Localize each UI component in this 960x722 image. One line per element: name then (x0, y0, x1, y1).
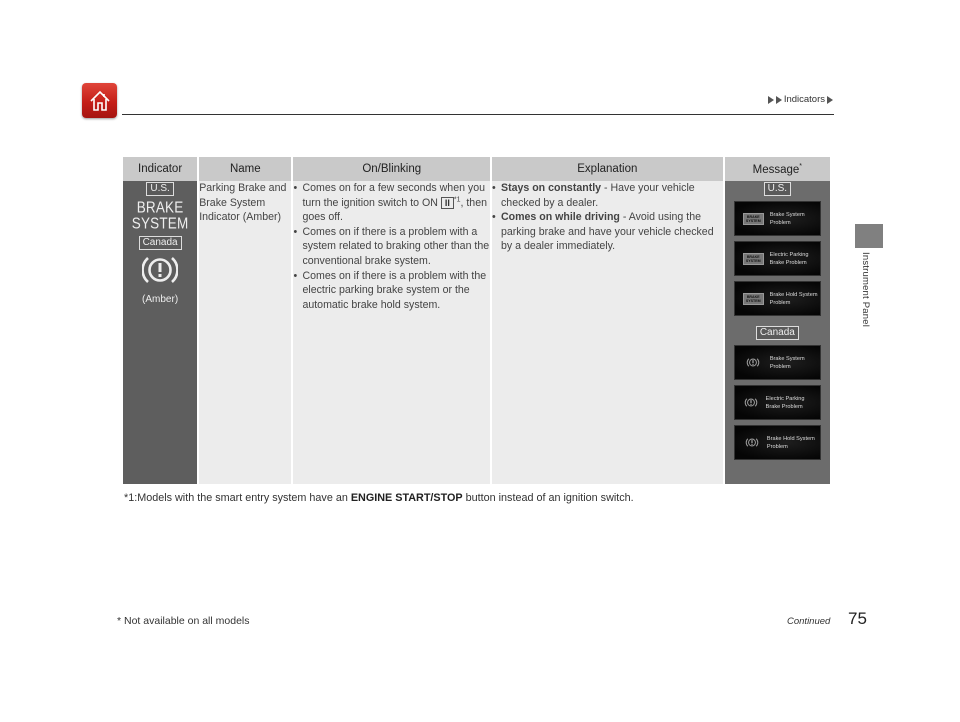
message-screen: BRAKE SYSTEM Brake Hold System Problem (733, 281, 821, 316)
brake-warning-icon (141, 257, 179, 283)
bullet-heading: Comes on while driving (501, 211, 620, 224)
footnote-mark: * (799, 162, 803, 170)
message-screen: Brake Hold System Problem (733, 425, 821, 460)
column-header-message: Message* (724, 157, 830, 181)
column-header-on-blinking: On/Blinking (293, 157, 490, 181)
list-item: Stays on constantly - Have your vehicle … (492, 181, 723, 210)
home-button[interactable] (82, 83, 117, 118)
message-screen: BRAKE SYSTEM Brake System Problem (733, 201, 821, 236)
column-header-label: Name (229, 163, 261, 175)
ignition-position-key: II (440, 196, 454, 209)
indicator-cell: U.S. BRAKE SYSTEM Canada (Amber) (123, 181, 198, 484)
section-tab[interactable] (855, 224, 883, 248)
footnote-bold: ENGINE START/STOP (350, 492, 463, 504)
list-item: Comes on if there is a problem with a sy… (293, 225, 490, 269)
region-tag-us: U.S. (146, 182, 174, 196)
message-cell: U.S. BRAKE SYSTEM Brake System Problem B… (724, 181, 830, 484)
availability-note: * Not available on all models (117, 615, 250, 627)
column-header-indicator: Indicator (123, 157, 198, 181)
brake-symbol-line: SYSTEM (131, 214, 189, 233)
breadcrumb-arrow-icon (775, 95, 782, 104)
column-header-name: Name (199, 157, 292, 181)
message-text: Electric Parking Brake Problem (765, 395, 805, 410)
message-text: Brake Hold System Problem (769, 291, 818, 306)
home-icon (89, 90, 110, 111)
region-tag-canada: Canada (138, 236, 182, 250)
message-screen: Brake System Problem (733, 345, 821, 380)
breadcrumb-link-indicators[interactable]: Indicators (784, 94, 825, 105)
list-item: Comes on while driving - Avoid using the… (492, 210, 723, 254)
indicator-table: Indicator Name On/Blinking Explanation M… (121, 157, 832, 484)
brake-system-symbol: BRAKE SYSTEM (123, 198, 197, 233)
table-footnote: *1:Models with the smart entry system ha… (124, 492, 634, 504)
continued-label: Continued (787, 616, 831, 627)
bullet-text: Comes on if there is a problem with the … (302, 269, 487, 311)
bullet-heading: Stays on constantly (501, 182, 602, 194)
message-screen: BRAKE SYSTEM Electric Parking Brake Prob… (733, 241, 821, 276)
footnote-text: *1:Models with the smart entry system ha… (124, 492, 351, 504)
message-text: Brake System Problem (769, 211, 805, 226)
column-header-label: On/Blinking (362, 163, 422, 175)
page-number: 75 (848, 609, 867, 628)
message-text: Brake System Problem (769, 355, 805, 370)
brake-warning-mini-icon (745, 438, 759, 447)
list-item: Comes on if there is a problem with the … (293, 269, 490, 313)
brake-warning-mini-icon (744, 398, 758, 407)
message-screen: Electric Parking Brake Problem (733, 385, 821, 420)
explanation-cell: Stays on constantly - Have your vehicle … (492, 181, 723, 484)
column-header-label: Message (752, 163, 800, 176)
brake-symbol-line: BRAKE (136, 198, 184, 216)
bullet-text: Comes on if there is a problem with a sy… (302, 225, 490, 267)
region-tag-us: U.S. (763, 182, 792, 196)
brake-system-mini-icon: BRAKE SYSTEM (742, 292, 764, 305)
section-tab-label: Instrument Panel (860, 252, 871, 328)
breadcrumb-arrow-icon (827, 95, 833, 104)
on-blinking-cell: Comes on for a few seconds when you turn… (293, 181, 490, 484)
table-row: U.S. BRAKE SYSTEM Canada (Amber) Parking… (123, 181, 830, 484)
brake-system-mini-icon: BRAKE SYSTEM (742, 252, 764, 265)
message-text: Brake Hold System Problem (766, 435, 815, 450)
column-header-explanation: Explanation (492, 157, 723, 181)
indicator-color-note: (Amber) (142, 293, 179, 305)
breadcrumb: Indicators (767, 94, 833, 105)
list-item: Comes on for a few seconds when you turn… (293, 181, 490, 225)
breadcrumb-arrow-icon (767, 95, 774, 104)
brake-system-mini-icon: BRAKE SYSTEM (742, 212, 764, 225)
message-text: Electric Parking Brake Problem (769, 251, 809, 266)
indicator-name: Parking Brake and Brake System Indicator… (199, 182, 287, 224)
table-header-row: Indicator Name On/Blinking Explanation M… (123, 157, 830, 181)
column-header-label: Indicator (138, 163, 183, 175)
brake-warning-mini-icon (747, 358, 760, 367)
name-cell: Parking Brake and Brake System Indicator… (199, 181, 292, 484)
footnote-text: button instead of an ignition switch. (462, 492, 634, 504)
header-rule (122, 114, 834, 115)
region-tag-canada: Canada (755, 326, 799, 340)
column-header-label: Explanation (577, 163, 638, 175)
